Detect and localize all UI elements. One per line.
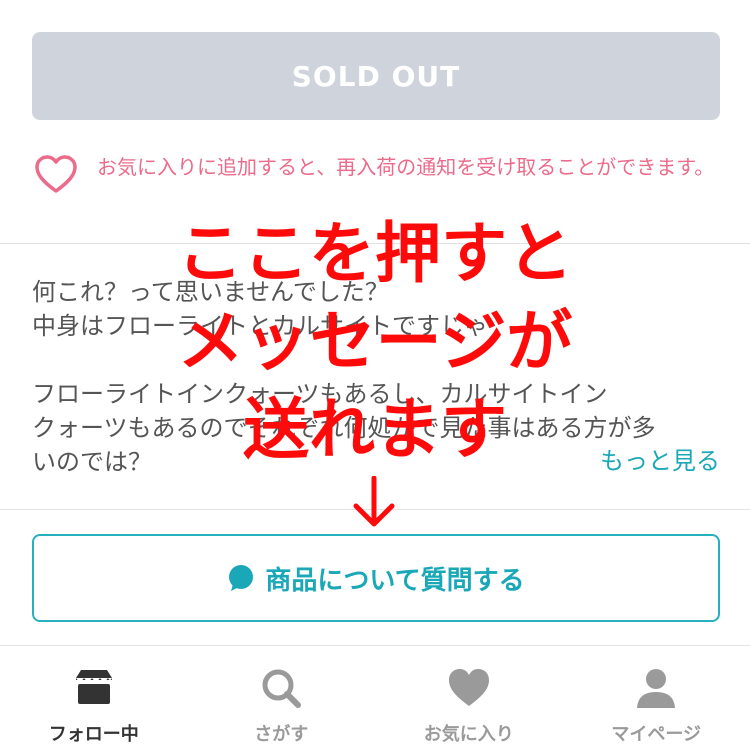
store-icon — [75, 670, 112, 704]
annotation-arrow-icon — [353, 476, 395, 527]
heart-icon — [448, 669, 489, 706]
heart-outline-icon[interactable] — [34, 154, 78, 194]
description-line: フローライトインクォーツもあるし、カルサイトイン — [32, 380, 608, 408]
description-line: 中身はフローライトとカルサイトですじゃ — [32, 312, 488, 340]
description-line: クォーツもあるのでそれぞれ何処かで見た事はある方が多 — [32, 414, 656, 442]
tab-following[interactable]: フォロー中 — [0, 646, 188, 746]
tab-favorites[interactable]: お気に入り — [375, 646, 563, 746]
favorite-notice-text: お気に入りに追加すると、再入荷の通知を受け取ることができます。 — [97, 155, 715, 179]
ask-question-button[interactable]: 商品について質問する — [32, 534, 720, 622]
search-icon — [262, 669, 302, 708]
user-icon — [637, 669, 676, 708]
sold-out-button[interactable]: SOLD OUT — [32, 32, 720, 120]
ask-question-label: 商品について質問する — [265, 565, 525, 596]
tab-label: フォロー中 — [48, 724, 139, 745]
divider — [0, 243, 750, 244]
tab-search[interactable]: さがす — [188, 646, 376, 746]
tab-label: お気に入り — [423, 724, 514, 745]
description-line: 何これ？って思いませんでした？ — [32, 278, 389, 306]
bottom-tab-bar: フォロー中 さがす お気に入り マイページ — [0, 646, 750, 746]
read-more-link[interactable]: もっと見る — [600, 444, 720, 478]
chat-bubble-icon — [229, 565, 254, 591]
tab-label: マイページ — [611, 724, 702, 745]
tab-label: さがす — [254, 724, 309, 745]
tab-mypage[interactable]: マイページ — [563, 646, 750, 746]
